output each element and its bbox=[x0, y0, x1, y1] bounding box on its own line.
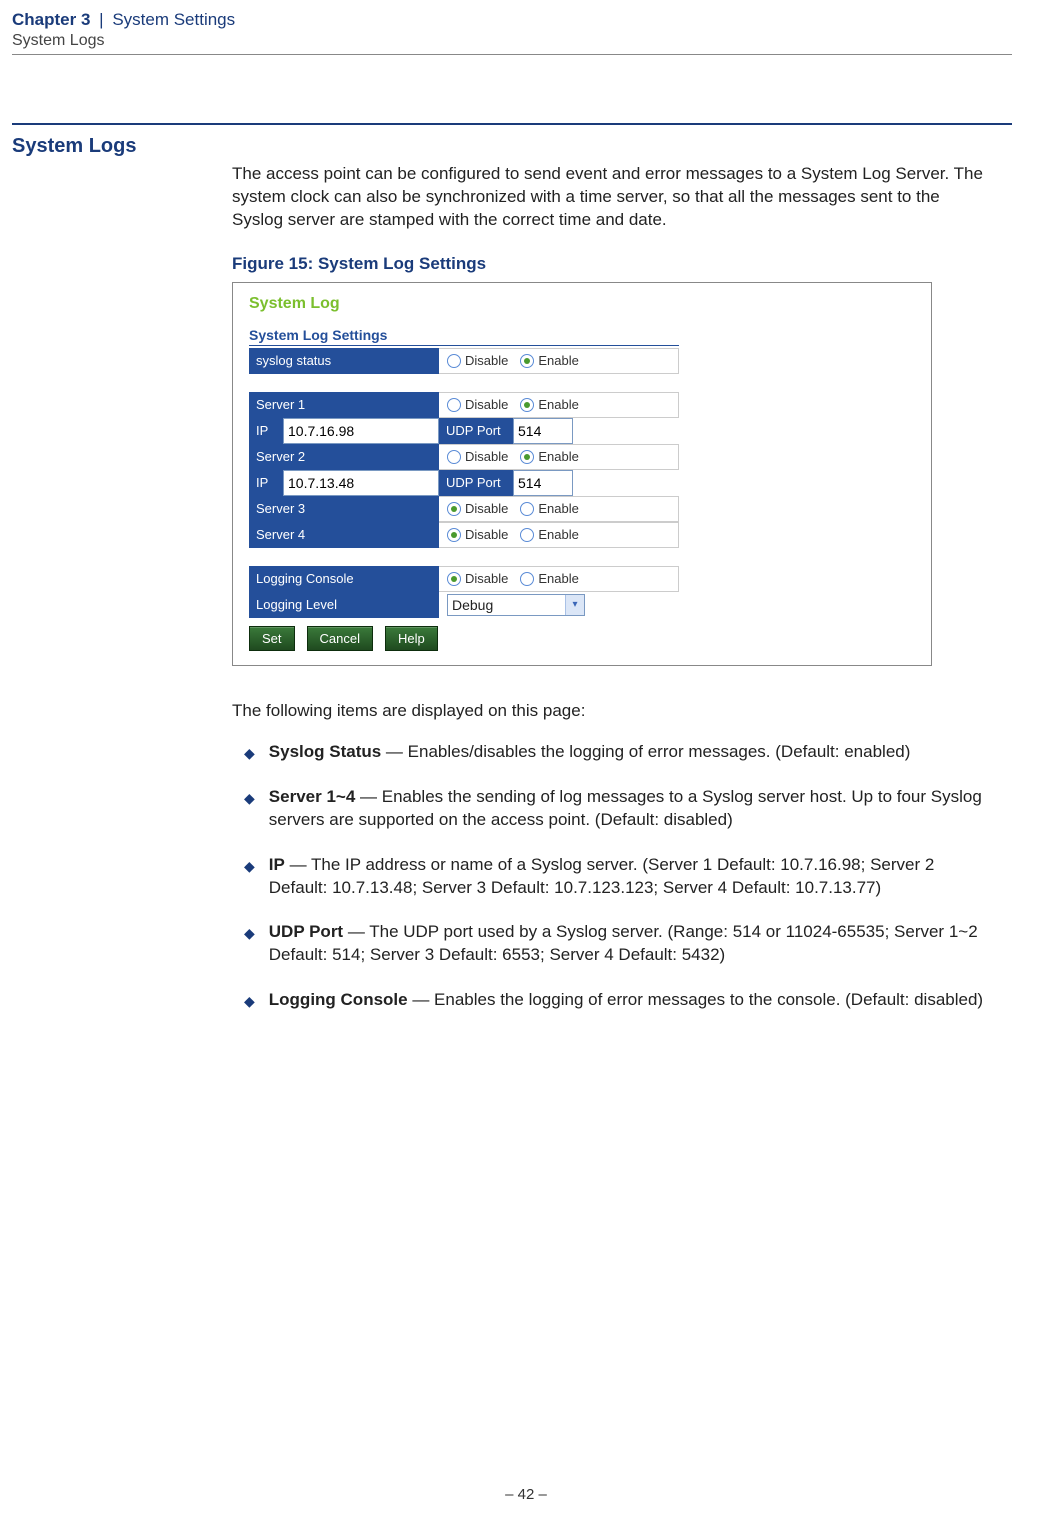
radio-icon[interactable] bbox=[447, 354, 461, 368]
logging-console-radios[interactable]: Disable Enable bbox=[439, 566, 679, 592]
disable-option: Disable bbox=[465, 397, 508, 412]
figure-screenshot: System Log System Log Settings syslog st… bbox=[232, 282, 932, 666]
item-term: IP bbox=[269, 855, 285, 874]
item-desc: — The IP address or name of a Syslog ser… bbox=[269, 855, 935, 897]
set-button[interactable]: Set bbox=[249, 626, 295, 651]
panel-title: System Log bbox=[249, 295, 915, 313]
ip-label: IP bbox=[249, 418, 283, 444]
server2-ip-input[interactable] bbox=[283, 470, 439, 496]
item-desc: — Enables/disables the logging of error … bbox=[381, 742, 910, 761]
item-desc: — Enables the sending of log messages to… bbox=[269, 787, 982, 829]
server3-label: Server 3 bbox=[249, 496, 439, 522]
disable-option: Disable bbox=[465, 527, 508, 542]
logging-level-label: Logging Level bbox=[249, 592, 439, 618]
section-rule bbox=[12, 123, 1012, 125]
help-button[interactable]: Help bbox=[385, 626, 438, 651]
disable-option: Disable bbox=[465, 501, 508, 516]
item-term: UDP Port bbox=[269, 922, 343, 941]
item-term: Logging Console bbox=[269, 990, 408, 1009]
radio-icon[interactable] bbox=[447, 450, 461, 464]
server2-radios[interactable]: Disable Enable bbox=[439, 444, 679, 470]
subsection-label: System Logs bbox=[12, 32, 1012, 50]
page-header: Chapter 3 | System Settings System Logs bbox=[12, 0, 1012, 63]
enable-option: Enable bbox=[538, 397, 578, 412]
diamond-icon: ◆ bbox=[244, 924, 255, 967]
settings-subtitle: System Log Settings bbox=[249, 327, 679, 346]
diamond-icon: ◆ bbox=[244, 857, 255, 900]
ip-label: IP bbox=[249, 470, 283, 496]
server1-ip-input[interactable] bbox=[283, 418, 439, 444]
radio-icon[interactable] bbox=[520, 502, 534, 516]
server3-radios[interactable]: Disable Enable bbox=[439, 496, 679, 522]
server2-port-input[interactable] bbox=[513, 470, 573, 496]
diamond-icon: ◆ bbox=[244, 744, 255, 764]
header-rule bbox=[12, 54, 1012, 55]
diamond-icon: ◆ bbox=[244, 992, 255, 1012]
enable-option: Enable bbox=[538, 353, 578, 368]
radio-icon[interactable] bbox=[520, 398, 534, 412]
udp-port-label: UDP Port bbox=[439, 418, 513, 444]
items-intro: The following items are displayed on thi… bbox=[232, 700, 992, 723]
breadcrumb: Chapter 3 | System Settings bbox=[12, 10, 1012, 30]
disable-option: Disable bbox=[465, 353, 508, 368]
logging-console-label: Logging Console bbox=[249, 566, 439, 592]
radio-icon[interactable] bbox=[520, 528, 534, 542]
enable-option: Enable bbox=[538, 501, 578, 516]
radio-icon[interactable] bbox=[447, 398, 461, 412]
intro-paragraph: The access point can be configured to se… bbox=[232, 163, 992, 232]
item-desc: — The UDP port used by a Syslog server. … bbox=[269, 922, 978, 964]
server4-radios[interactable]: Disable Enable bbox=[439, 522, 679, 548]
item-desc: — Enables the logging of error messages … bbox=[408, 990, 984, 1009]
server1-radios[interactable]: Disable Enable bbox=[439, 392, 679, 418]
page-number: – 42 – bbox=[0, 1486, 1052, 1503]
radio-icon[interactable] bbox=[447, 572, 461, 586]
enable-option: Enable bbox=[538, 449, 578, 464]
list-item: ◆ IP — The IP address or name of a Syslo… bbox=[232, 854, 992, 900]
item-list: ◆ Syslog Status — Enables/disables the l… bbox=[232, 741, 992, 1013]
udp-port-label: UDP Port bbox=[439, 470, 513, 496]
section-label: System Settings bbox=[112, 10, 235, 29]
cancel-button[interactable]: Cancel bbox=[307, 626, 373, 651]
list-item: ◆ UDP Port — The UDP port used by a Sysl… bbox=[232, 921, 992, 967]
logging-level-select[interactable]: Debug ▾ bbox=[447, 594, 585, 616]
radio-icon[interactable] bbox=[447, 502, 461, 516]
chapter-label: Chapter 3 bbox=[12, 10, 90, 29]
radio-icon[interactable] bbox=[447, 528, 461, 542]
server1-label: Server 1 bbox=[249, 392, 439, 418]
chevron-down-icon[interactable]: ▾ bbox=[565, 595, 584, 615]
radio-icon[interactable] bbox=[520, 354, 534, 368]
enable-option: Enable bbox=[538, 571, 578, 586]
list-item: ◆ Server 1~4 — Enables the sending of lo… bbox=[232, 786, 992, 832]
radio-icon[interactable] bbox=[520, 450, 534, 464]
item-term: Syslog Status bbox=[269, 742, 381, 761]
list-item: ◆ Logging Console — Enables the logging … bbox=[232, 989, 992, 1012]
item-term: Server 1~4 bbox=[269, 787, 356, 806]
syslog-status-label: syslog status bbox=[249, 348, 439, 374]
syslog-status-radios[interactable]: Disable Enable bbox=[439, 348, 679, 374]
diamond-icon: ◆ bbox=[244, 789, 255, 832]
disable-option: Disable bbox=[465, 449, 508, 464]
section-heading: System Logs bbox=[12, 135, 232, 1034]
breadcrumb-separator: | bbox=[95, 10, 107, 29]
list-item: ◆ Syslog Status — Enables/disables the l… bbox=[232, 741, 992, 764]
figure-caption: Figure 15: System Log Settings bbox=[232, 254, 992, 274]
server1-port-input[interactable] bbox=[513, 418, 573, 444]
server4-label: Server 4 bbox=[249, 522, 439, 548]
disable-option: Disable bbox=[465, 571, 508, 586]
radio-icon[interactable] bbox=[520, 572, 534, 586]
logging-level-value: Debug bbox=[448, 595, 565, 615]
enable-option: Enable bbox=[538, 527, 578, 542]
server2-label: Server 2 bbox=[249, 444, 439, 470]
